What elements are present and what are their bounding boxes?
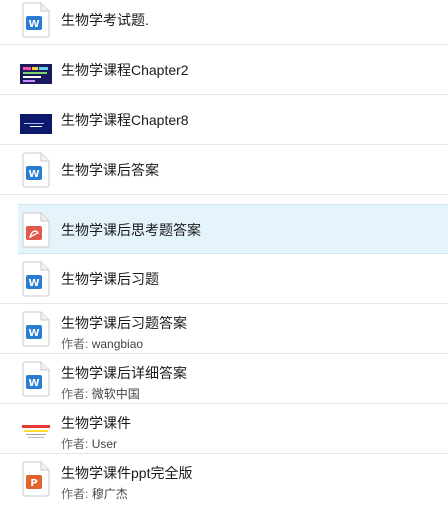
list-item[interactable]: 生物学课程Chapter2: [0, 45, 448, 95]
author-name: User: [91, 437, 118, 451]
list-item[interactable]: W 生物学课后习题: [0, 254, 448, 304]
item-title: 生物学课后思考题答案: [61, 222, 201, 238]
author-prefix: 作者:: [61, 487, 89, 501]
list-item[interactable]: P 生物学课件ppt完全版 作者: 穆广杰: [0, 454, 448, 504]
ppt-doc-icon: P: [22, 461, 50, 497]
item-author: 作者: User: [61, 435, 117, 452]
item-title: 生物学课后详细答案: [61, 365, 187, 381]
item-title: 生物学课后答案: [61, 162, 159, 178]
author-name: 微软中国: [91, 387, 140, 401]
word-doc-icon: W: [22, 311, 50, 347]
list-item[interactable]: 生物学课后思考题答案: [18, 204, 448, 254]
word-doc-icon: W: [22, 152, 50, 188]
word-doc-icon: W: [22, 2, 50, 38]
item-title: 生物学课后习题: [61, 271, 159, 287]
list-item[interactable]: W 生物学课后答案: [0, 145, 448, 195]
document-list: W 生物学考试题. 生物学课程Chapter2 生物学课程Chapter8 W …: [0, 0, 448, 507]
list-item[interactable]: W 生物学课后详细答案 作者: 微软中国: [0, 354, 448, 404]
list-item[interactable]: W 生物学课后习题答案 作者: wangbiao: [0, 304, 448, 354]
list-item[interactable]: W 生物学考试题.: [0, 0, 448, 45]
svg-text:W: W: [28, 328, 39, 339]
slide-thumbnail-icon: [20, 114, 52, 134]
list-item[interactable]: 生物学课件 作者: User: [0, 404, 448, 454]
item-author: 作者: 微软中国: [61, 385, 140, 402]
word-doc-icon: W: [22, 361, 50, 397]
svg-text:P: P: [30, 478, 37, 489]
author-prefix: 作者:: [61, 337, 89, 351]
item-title: 生物学考试题.: [61, 12, 149, 28]
author-prefix: 作者:: [61, 437, 89, 451]
item-title: 生物学课后习题答案: [61, 315, 187, 331]
item-author: 作者: 穆广杰: [61, 485, 128, 502]
list-item[interactable]: 生物学课程Chapter8: [0, 95, 448, 145]
slide-thumbnail-icon: [20, 424, 52, 440]
author-prefix: 作者:: [61, 387, 89, 401]
author-name: 穆广杰: [91, 487, 128, 501]
svg-text:W: W: [28, 278, 39, 289]
item-title: 生物学课程Chapter8: [61, 112, 189, 128]
word-doc-icon: W: [22, 261, 50, 297]
item-title: 生物学课程Chapter2: [61, 62, 189, 78]
slide-thumbnail-icon: [20, 64, 52, 84]
svg-text:W: W: [28, 378, 39, 389]
item-title: 生物学课件ppt完全版: [61, 465, 193, 481]
pdf-doc-icon: [22, 212, 50, 248]
svg-text:W: W: [28, 169, 39, 180]
svg-text:W: W: [28, 19, 39, 30]
item-title: 生物学课件: [61, 415, 131, 431]
author-name: wangbiao: [91, 337, 144, 351]
item-author: 作者: wangbiao: [61, 335, 143, 352]
